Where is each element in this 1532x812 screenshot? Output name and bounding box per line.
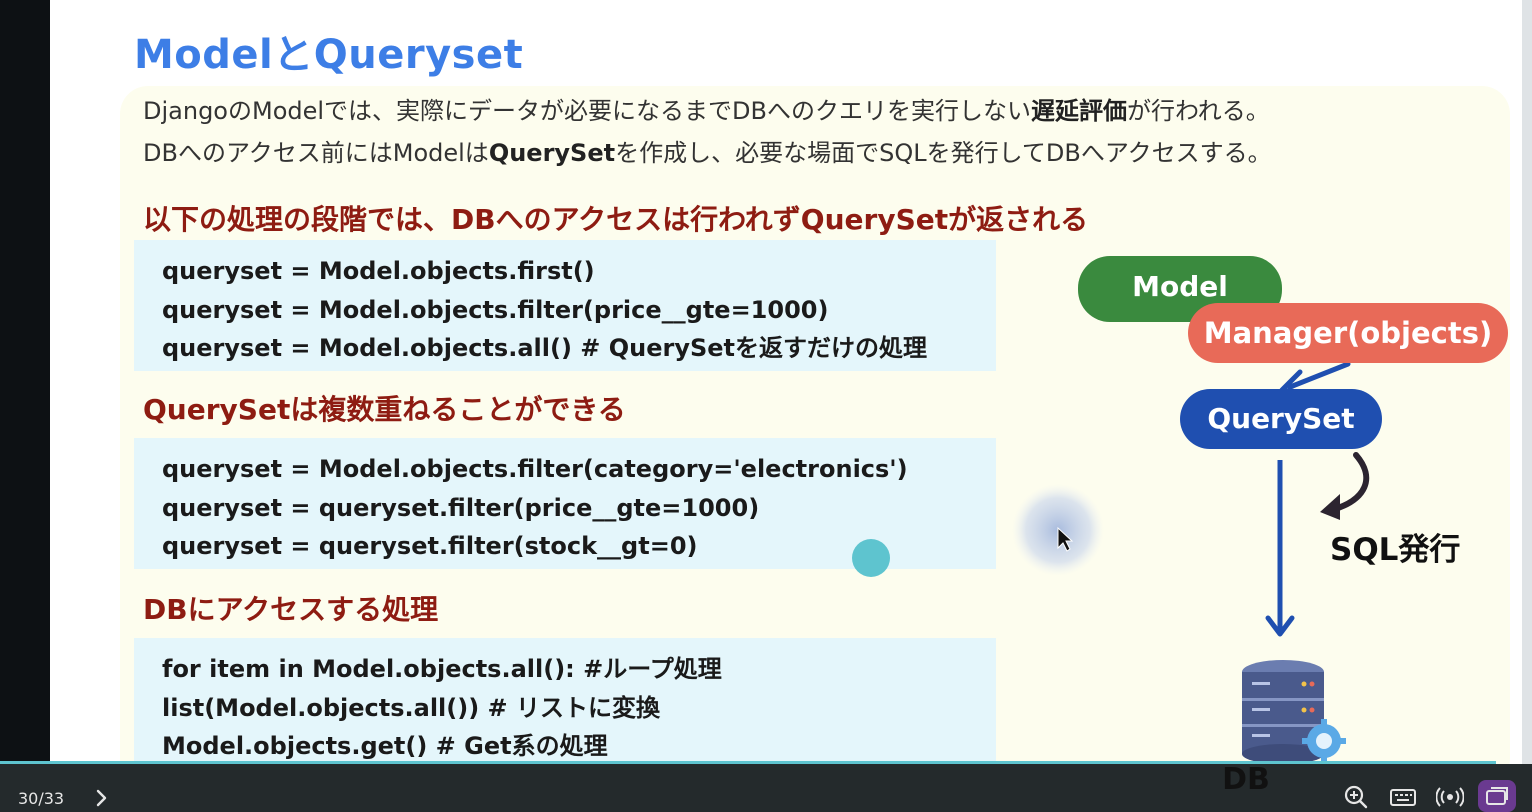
keyboard-icon[interactable]: [1389, 784, 1417, 810]
slide: ModelとQueryset DjangoのModelでは、実際にデータが必要に…: [50, 0, 1532, 764]
sql-label: SQL発行: [1330, 532, 1461, 568]
presentation-toolbar: [0, 764, 1532, 812]
sql-curved-arrow: [1320, 452, 1370, 520]
window-button[interactable]: [1478, 780, 1516, 812]
db-label: DB: [1222, 762, 1270, 797]
queryset-pill: QuerySet: [1180, 389, 1382, 449]
broadcast-icon[interactable]: [1436, 784, 1464, 810]
chevron-right-icon[interactable]: [90, 784, 114, 812]
queryset-to-db-arrow: [1265, 460, 1295, 637]
pointer-dot: [852, 539, 890, 577]
zoom-in-icon[interactable]: [1342, 784, 1370, 810]
manager-pill: Manager(objects): [1188, 303, 1508, 363]
page-counter: 30/33: [18, 789, 65, 808]
architecture-diagram: [852, 361, 1370, 764]
window-icon: [1486, 787, 1508, 805]
left-margin: [0, 0, 50, 812]
